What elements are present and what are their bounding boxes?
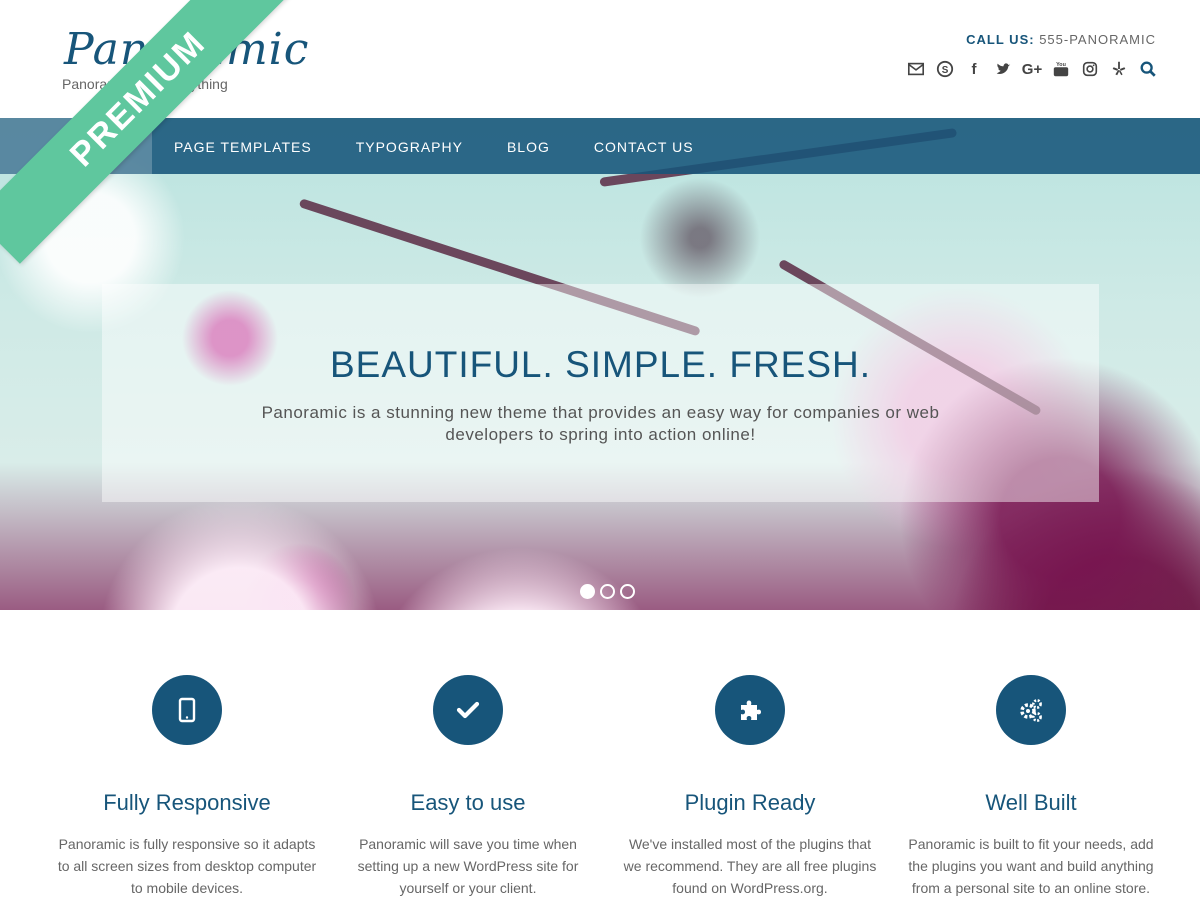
call-us: CALL US: 555-PANORAMIC — [966, 32, 1156, 47]
feature-text: Panoramic is built to fit your needs, ad… — [908, 836, 1154, 896]
feature-title: Well Built — [985, 790, 1077, 815]
features-section: Fully Responsive Panoramic is fully resp… — [0, 610, 1200, 900]
feature-title: Plugin Ready — [684, 790, 816, 815]
slider-pagination — [580, 584, 635, 599]
feature-text: We've installed most of the plugins that… — [623, 836, 877, 896]
slider-dot-1[interactable] — [580, 584, 595, 599]
feature-text: Panoramic will save you time when settin… — [357, 836, 579, 896]
slider-dot-2[interactable] — [600, 584, 615, 599]
slide-text: Panoramic is a stunning new theme that p… — [261, 403, 940, 444]
skype-icon[interactable]: S — [935, 58, 955, 80]
social-links: S f G+ You — [906, 58, 1158, 80]
facebook-icon[interactable]: f — [964, 58, 984, 80]
nav-item-blog[interactable]: BLOG — [485, 118, 572, 174]
feature-text: Panoramic is fully responsive so it adap… — [57, 836, 317, 896]
main-nav: HOME PAGE TEMPLATES TYPOGRAPHY BLOG CONT… — [0, 118, 1200, 174]
email-icon[interactable] — [906, 58, 926, 80]
nav-item-page-templates[interactable]: PAGE TEMPLATES — [152, 118, 334, 174]
nav-item-contact-us[interactable]: CONTACT US — [572, 118, 716, 174]
feature-title: Fully Responsive — [103, 790, 271, 815]
twitter-icon[interactable] — [993, 58, 1013, 80]
nav-item-typography[interactable]: TYPOGRAPHY — [334, 118, 485, 174]
instagram-icon[interactable] — [1080, 58, 1100, 80]
youtube-icon[interactable]: You — [1051, 58, 1071, 80]
search-icon[interactable] — [1138, 58, 1158, 80]
slider-dot-3[interactable] — [620, 584, 635, 599]
call-us-label: CALL US: — [966, 32, 1035, 47]
slide-caption: BEAUTIFUL. SIMPLE. FRESH. Panoramic is a… — [102, 284, 1099, 502]
tablet-icon — [152, 675, 222, 745]
puzzle-icon — [715, 675, 785, 745]
slide-title: BEAUTIFUL. SIMPLE. FRESH. — [329, 344, 872, 385]
svg-text:You: You — [1056, 62, 1066, 68]
call-us-number: 555-PANORAMIC — [1039, 32, 1156, 47]
checkmark-icon — [433, 675, 503, 745]
yelp-icon[interactable] — [1109, 58, 1129, 80]
google-plus-icon[interactable]: G+ — [1022, 58, 1042, 80]
gears-icon — [996, 675, 1066, 745]
feature-title: Easy to use — [410, 790, 526, 815]
svg-text:S: S — [942, 65, 949, 76]
